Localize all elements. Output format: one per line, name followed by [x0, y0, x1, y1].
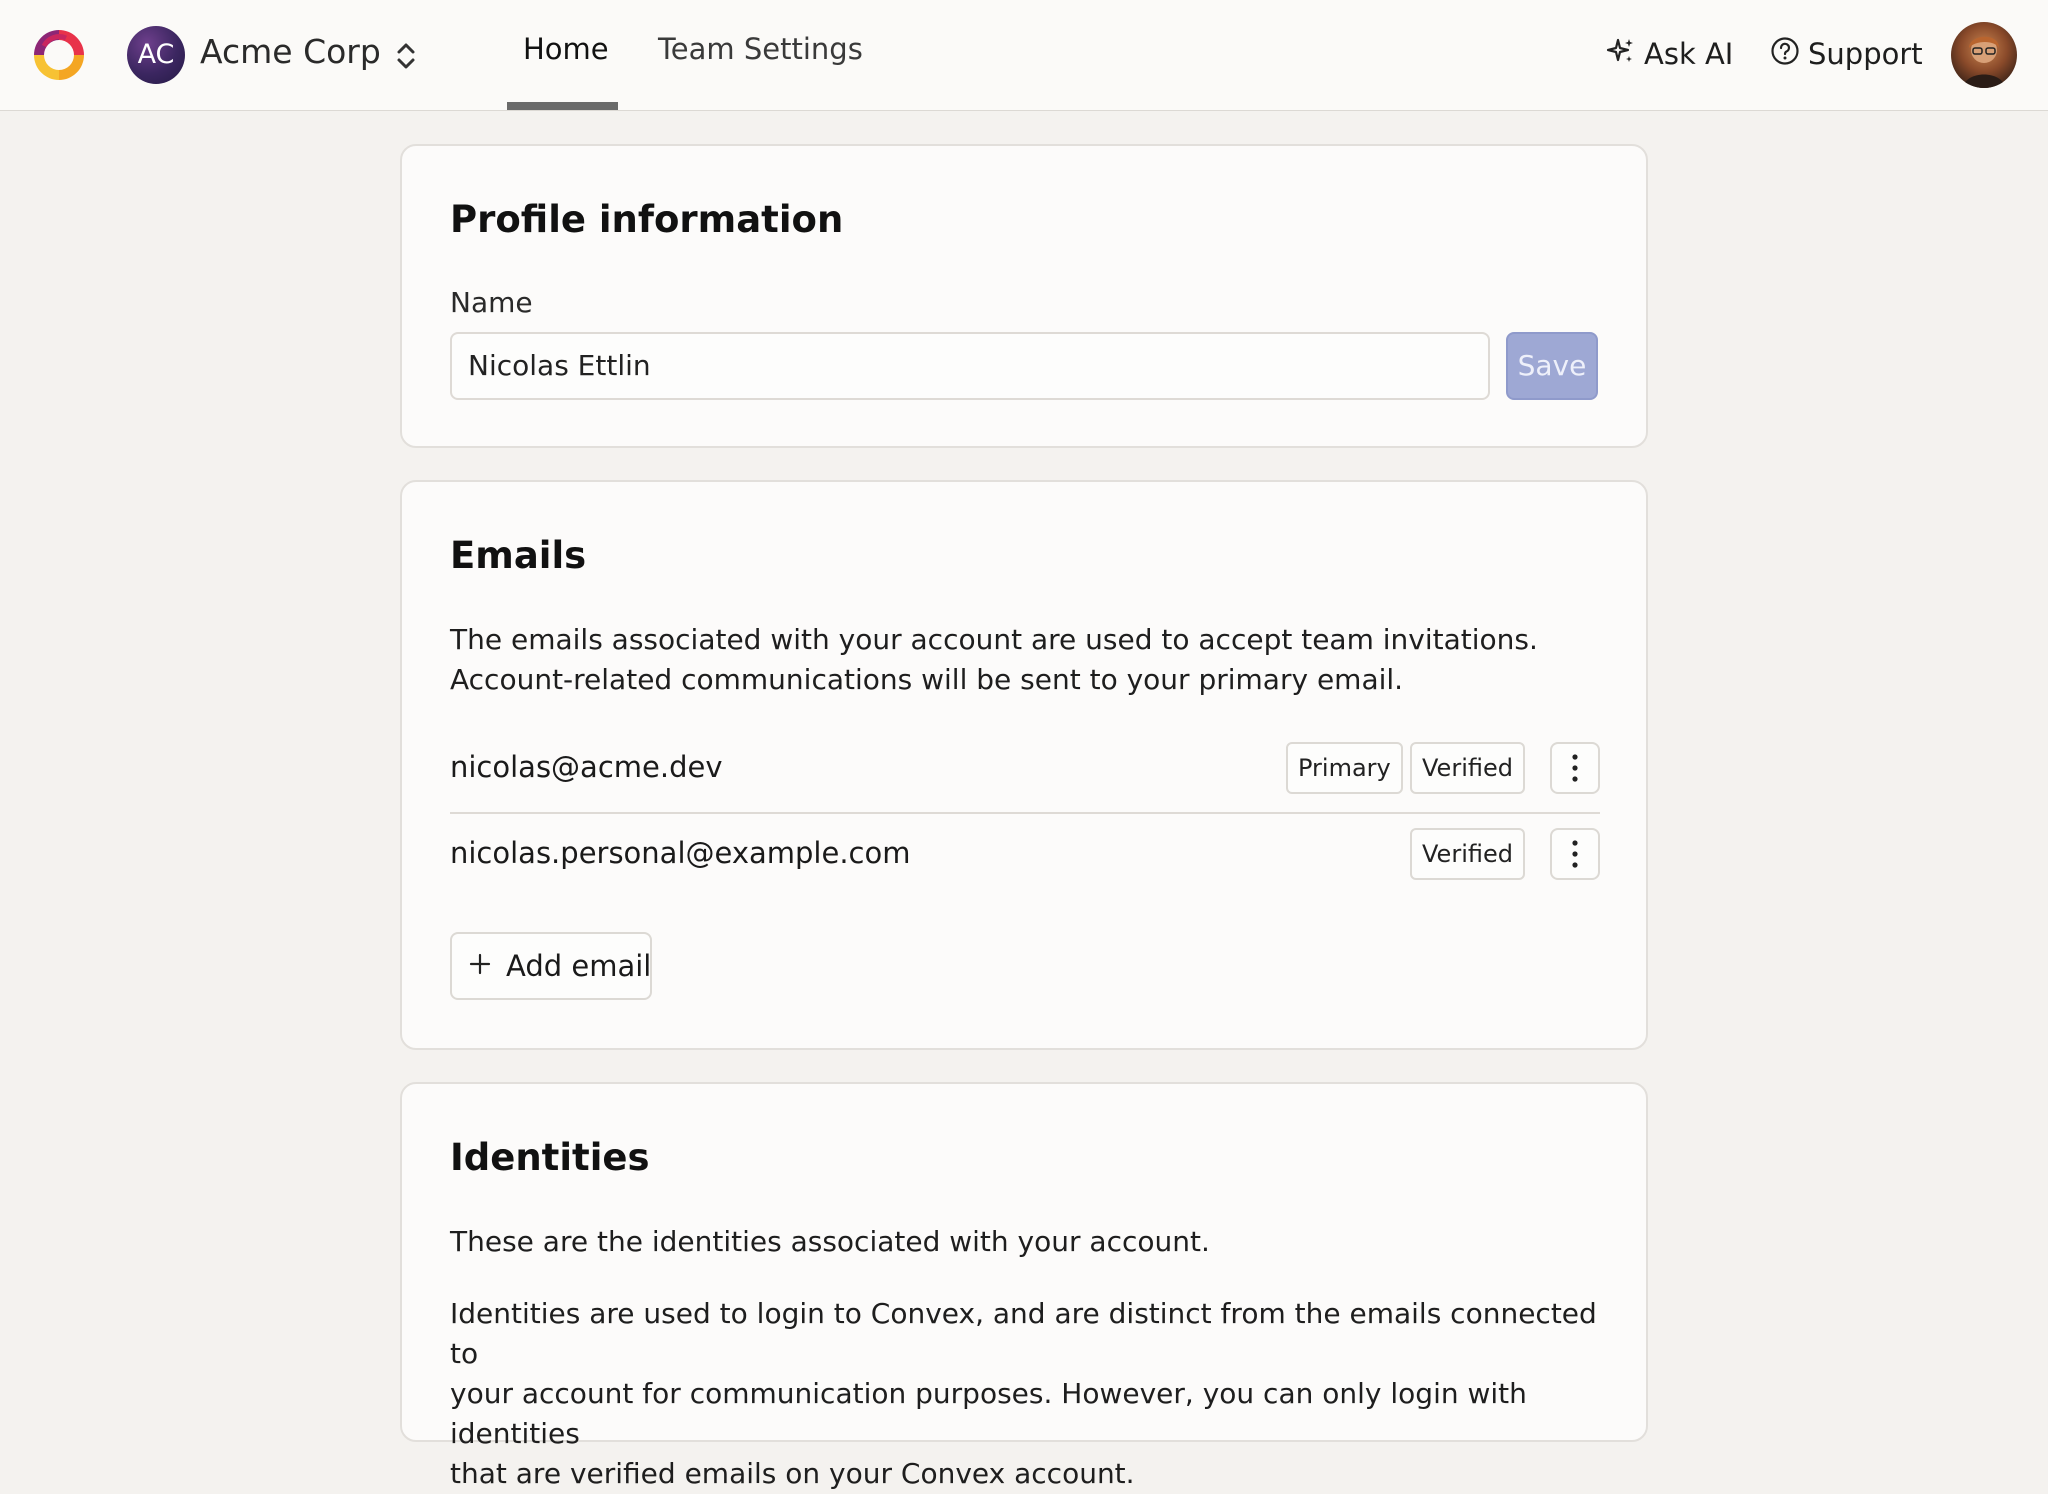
tab-team-settings[interactable]: Team Settings: [658, 32, 863, 66]
identities-card: Identities These are the identities asso…: [400, 1082, 1648, 1490]
verified-badge: Verified: [1410, 742, 1525, 794]
sparkles-icon: [1606, 36, 1636, 73]
active-tab-indicator: [507, 102, 618, 110]
emails-description-line-2: Account-related communications will be s…: [450, 663, 1404, 696]
identities-description: These are the identities associated with…: [450, 1225, 1210, 1258]
profile-information-title: Profile information: [450, 198, 844, 241]
email-row: nicolas@acme.dev Primary Verified: [450, 728, 1600, 814]
add-email-label: Add email: [506, 949, 652, 983]
primary-badge: Primary: [1286, 742, 1403, 794]
convex-logo[interactable]: [30, 26, 88, 84]
verified-badge: Verified: [1410, 828, 1525, 880]
email-row: nicolas.personal@example.com Verified: [450, 814, 1600, 900]
emails-title: Emails: [450, 534, 587, 577]
plus-icon: [468, 949, 492, 983]
email-options-button[interactable]: [1550, 828, 1600, 880]
emails-card: Emails The emails associated with your a…: [400, 480, 1648, 1050]
name-label: Name: [450, 286, 533, 319]
top-nav-bar: AC Acme Corp Home Team Settings Ask AI S…: [0, 0, 2048, 111]
kebab-menu-icon: [1572, 840, 1578, 868]
identities-login-description: Identities are used to login to Convex, …: [450, 1294, 1600, 1494]
identities-title: Identities: [450, 1136, 650, 1179]
email-address: nicolas@acme.dev: [450, 750, 723, 784]
question-circle-icon: [1770, 36, 1800, 73]
support-button[interactable]: Support: [1770, 34, 1923, 74]
kebab-menu-icon: [1572, 754, 1578, 782]
user-avatar[interactable]: [1951, 22, 2017, 88]
identities-login-line-2: your account for communication purposes.…: [450, 1377, 1527, 1450]
identities-login-line-3: that are verified emails on your Convex …: [450, 1457, 1135, 1490]
ask-ai-button[interactable]: Ask AI: [1606, 34, 1733, 74]
chevron-up-down-icon[interactable]: [393, 38, 419, 74]
tab-home[interactable]: Home: [523, 32, 609, 66]
email-options-button[interactable]: [1550, 742, 1600, 794]
name-input[interactable]: Nicolas Ettlin: [450, 332, 1490, 400]
support-label: Support: [1808, 37, 1923, 71]
save-button[interactable]: Save: [1506, 332, 1598, 400]
emails-description-line-1: The emails associated with your account …: [450, 623, 1538, 656]
team-avatar[interactable]: AC: [127, 26, 185, 84]
profile-information-card: Profile information Name Nicolas Ettlin …: [400, 144, 1648, 448]
identities-login-line-1: Identities are used to login to Convex, …: [450, 1297, 1597, 1370]
emails-description: The emails associated with your account …: [450, 620, 1600, 700]
team-name[interactable]: Acme Corp: [200, 32, 381, 71]
add-email-button[interactable]: Add email: [450, 932, 652, 1000]
ask-ai-label: Ask AI: [1644, 37, 1734, 71]
email-address: nicolas.personal@example.com: [450, 836, 911, 870]
